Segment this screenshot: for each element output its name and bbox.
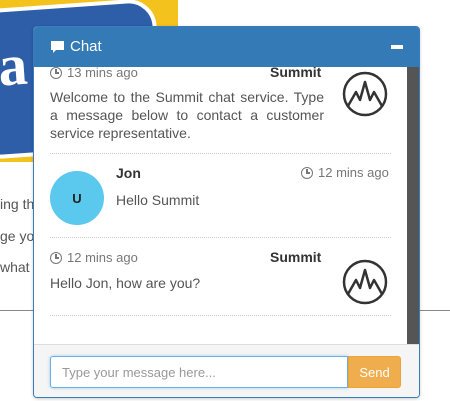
minimize-icon[interactable] [391,45,403,49]
message-sender: Summit [270,249,322,265]
message-time: 12 mins ago [50,250,138,265]
chat-title-label: Chat [70,38,102,55]
chat-footer: Send [34,344,419,397]
chat-scrollbar[interactable] [407,67,419,344]
message-time-label: 12 mins ago [318,165,389,180]
message-time: 13 mins ago [50,67,138,80]
avatar: U [50,171,104,225]
chat-messages[interactable]: 13 mins ago Summit Welcome to the Summit… [34,67,407,344]
background-text-line: ing th [0,196,35,212]
message-sender: Summit [270,67,322,80]
clock-icon [50,67,62,79]
summit-logo-icon [342,259,388,305]
message-text: Hello Jon, how are you? [50,275,201,291]
chat-title: Chat [50,38,102,55]
chat-widget: Chat 13 mins ago Summit Welcome to the S… [33,26,420,398]
message-time-label: 13 mins ago [67,67,138,80]
clock-icon [301,166,313,179]
message-time-label: 12 mins ago [67,250,138,265]
summit-logo-icon [342,71,388,117]
message-time: 12 mins ago [301,165,389,180]
avatar-initial: U [72,190,82,206]
message-divider [50,153,391,154]
message-sender: Jon [116,165,141,181]
chat-header[interactable]: Chat [34,27,419,67]
message-text: Welcome to the Summit chat service. Type… [50,89,324,141]
send-button[interactable]: Send [348,356,401,388]
comment-icon [51,40,64,53]
clock-icon [50,251,62,264]
message-divider [50,237,391,238]
message-divider [50,315,391,316]
message-input[interactable] [50,356,348,388]
background-logo-text: Sa [0,31,29,101]
message-text: Hello Summit [116,192,200,208]
background-text-line: what [0,259,30,275]
